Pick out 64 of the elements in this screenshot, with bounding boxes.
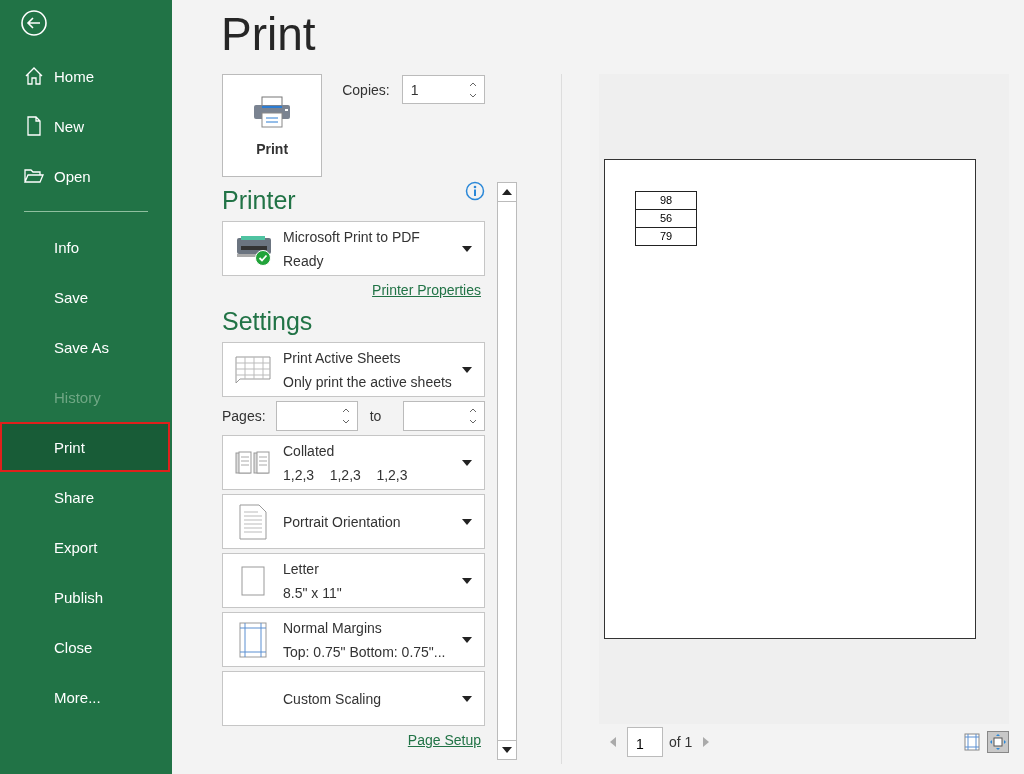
spinner-arrows-icon[interactable] xyxy=(340,406,351,426)
sidebar-item[interactable]: Print xyxy=(0,422,170,472)
page-from-field[interactable] xyxy=(276,401,358,431)
sidebar-item[interactable]: New xyxy=(0,101,172,151)
portrait-page-icon xyxy=(239,503,267,540)
stacked-pages-icon xyxy=(235,450,271,475)
sheet-grid-icon xyxy=(235,355,271,384)
caret-icon xyxy=(462,366,472,373)
settings-dropdown[interactable]: Collated 1,2,3 1,2,3 1,2,3 xyxy=(222,435,485,490)
settings-dropdown[interactable]: Print Active Sheets Only print the active sheets xyxy=(222,342,485,397)
blank-page-icon xyxy=(241,565,265,596)
table-cell-text: 79 xyxy=(658,229,674,244)
table-cell: 98 xyxy=(636,192,696,210)
sidebar-item[interactable]: Publish xyxy=(0,572,172,622)
copies-field[interactable]: 1 xyxy=(401,75,485,104)
spinner-arrows-icon[interactable] xyxy=(468,406,478,426)
folder-icon xyxy=(24,166,44,186)
caret-icon xyxy=(462,518,472,525)
caret-icon xyxy=(462,636,472,643)
printer-properties-link[interactable]: Printer Properties xyxy=(372,282,481,298)
zoom-to-page-button[interactable] xyxy=(987,731,1009,753)
next-page-icon[interactable] xyxy=(702,736,711,748)
table-cell: 56 xyxy=(636,210,696,228)
sidebar-item[interactable]: Close xyxy=(0,622,172,672)
sidebar-item[interactable]: Info xyxy=(0,222,172,272)
sidebar-item[interactable]: Export xyxy=(0,522,172,572)
sidebar-item[interactable]: Save xyxy=(0,272,172,322)
sidebar-item[interactable]: More... xyxy=(0,672,172,722)
printer-dropdown[interactable]: Microsoft Print to PDF Ready xyxy=(222,221,485,276)
settings-dropdown[interactable]: Normal Margins Top: 0.75" Bottom: 0.75"... xyxy=(222,612,485,667)
section-heading: Settings xyxy=(222,306,314,337)
pages-label: Pages: xyxy=(222,408,267,424)
margins-icon xyxy=(239,621,267,658)
settings-dropdown[interactable]: Custom Scaling xyxy=(222,671,485,726)
sidebar-item[interactable]: Home xyxy=(0,51,172,101)
caret-icon xyxy=(462,695,472,702)
page-count: of 1 xyxy=(669,734,693,750)
sidebar-item[interactable]: Save As xyxy=(0,322,172,372)
scroll-up-icon[interactable] xyxy=(502,189,512,195)
settings-dropdown[interactable]: Portrait Orientation xyxy=(222,494,485,549)
caret-icon xyxy=(462,245,472,252)
to-label: to xyxy=(369,408,382,424)
page-setup-link[interactable]: Page Setup xyxy=(407,732,481,748)
sidebar-item[interactable]: Open xyxy=(0,151,172,201)
show-margins-button[interactable] xyxy=(961,731,983,753)
back-icon[interactable] xyxy=(20,9,48,37)
home-icon xyxy=(24,66,44,86)
caret-icon xyxy=(462,577,472,584)
sidebar-item[interactable]: Share xyxy=(0,472,172,522)
spinner-arrows-icon[interactable] xyxy=(468,80,478,100)
printer-icon xyxy=(252,94,293,129)
scrollbar[interactable] xyxy=(497,182,517,760)
print-button[interactable]: Print xyxy=(222,74,323,177)
page-number-field[interactable]: 1 xyxy=(627,727,663,757)
page-title: Print xyxy=(221,8,317,62)
document-icon xyxy=(24,116,44,136)
info-icon[interactable] xyxy=(465,181,485,201)
section-heading: Printer xyxy=(222,185,296,216)
previous-page-icon[interactable] xyxy=(609,736,617,748)
caret-icon xyxy=(462,459,472,466)
scroll-down-icon[interactable] xyxy=(502,747,512,753)
settings-dropdown[interactable]: Letter 8.5" x 11" xyxy=(222,553,485,608)
copies-label: Copies: xyxy=(342,82,390,98)
page-to-field[interactable] xyxy=(403,401,485,431)
